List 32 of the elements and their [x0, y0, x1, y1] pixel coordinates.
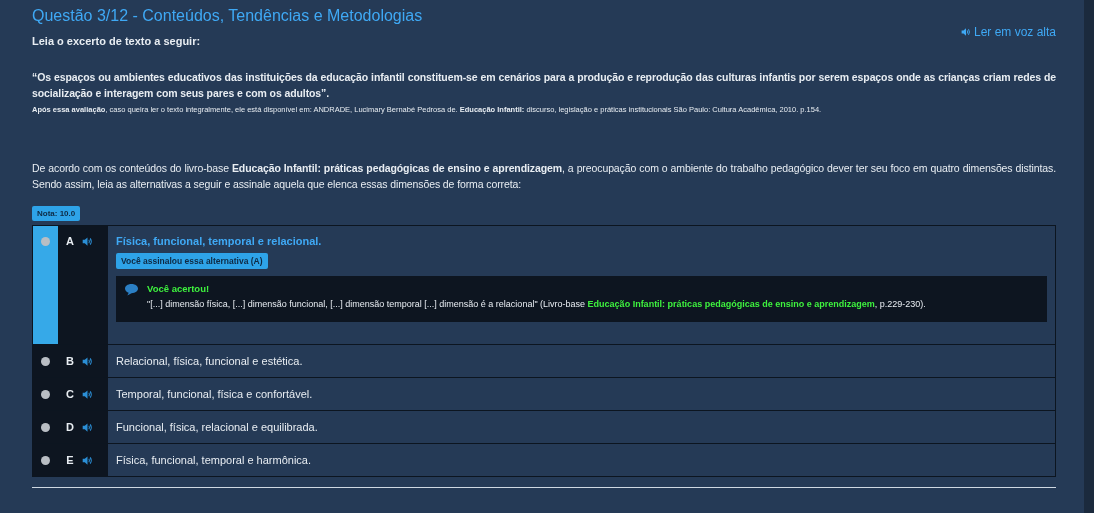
option-letter: D [65, 421, 75, 433]
feedback-text: "[...] dimensão física, [...] dimensão funcional, [...] dimensão temporal [...] dimensão é a relacional" (Livro-base Educação Infantil: práticas pedagógicas de ensino e aprendizagem, p.229-230). [147, 299, 926, 309]
speaker-icon[interactable] [82, 236, 93, 247]
speaker-icon[interactable] [82, 421, 93, 433]
question-title: Questão 3/12 - Conteúdos, Tendências e Metodologias [32, 6, 424, 26]
option-letter: B [65, 355, 75, 367]
speaker-icon[interactable] [82, 454, 93, 466]
speaker-icon[interactable] [960, 27, 971, 37]
read-aloud-link[interactable]: Ler em voz alta [960, 25, 1056, 39]
answer-badge: Você assinalou essa alternativa (A) [116, 253, 268, 269]
option-text[interactable]: Funcional, física, relacional e equilibrada. [116, 421, 1047, 433]
radio-button[interactable] [41, 422, 50, 432]
speaker-icon[interactable] [82, 388, 93, 400]
radio-button[interactable] [41, 237, 50, 246]
option-text[interactable]: Física, funcional, temporal e relacional. [116, 235, 1047, 247]
option-letter: E [65, 454, 75, 466]
radio-button[interactable] [41, 455, 50, 465]
option-letter: C [65, 388, 75, 400]
scrollbar[interactable] [1084, 0, 1094, 513]
speech-bubble-icon [124, 283, 139, 296]
option-text[interactable]: Física, funcional, temporal e harmônica. [116, 454, 1047, 466]
feedback-title: Você acertou! [147, 283, 211, 294]
quote-text: “Os espaços ou ambientes educativos das instituições da educação infantil constituem-se em cenários para a produção e reprodução das culturas infantis por serem espaços onde as crianças criam redes de socialização e interagem com seus pares e com os adultos”. [32, 70, 1056, 101]
intro-text: Leia o excerto de texto a seguir: [32, 35, 202, 47]
option-letter: A [65, 235, 75, 247]
question-text: De acordo com os conteúdos do livro-base Educação Infantil: práticas pedagógicas de ensino e aprendizagem, a preocupação com o ambiente do trabalho pedagógico dever ter seu foco em quatro dimensões distintas. Sendo assim, leia as alternativas a seguir e assinale aquela que elenca essas dimensões de forma correta: [32, 161, 1056, 192]
speaker-icon[interactable] [82, 355, 93, 367]
option-text[interactable]: Relacional, física, funcional e estética. [116, 355, 1047, 367]
grade-badge: Nota: 10.0 [32, 206, 81, 221]
option-text[interactable]: Temporal, funcional, física e confortável. [116, 388, 1047, 400]
radio-button[interactable] [41, 389, 50, 399]
radio-button[interactable] [41, 356, 50, 366]
